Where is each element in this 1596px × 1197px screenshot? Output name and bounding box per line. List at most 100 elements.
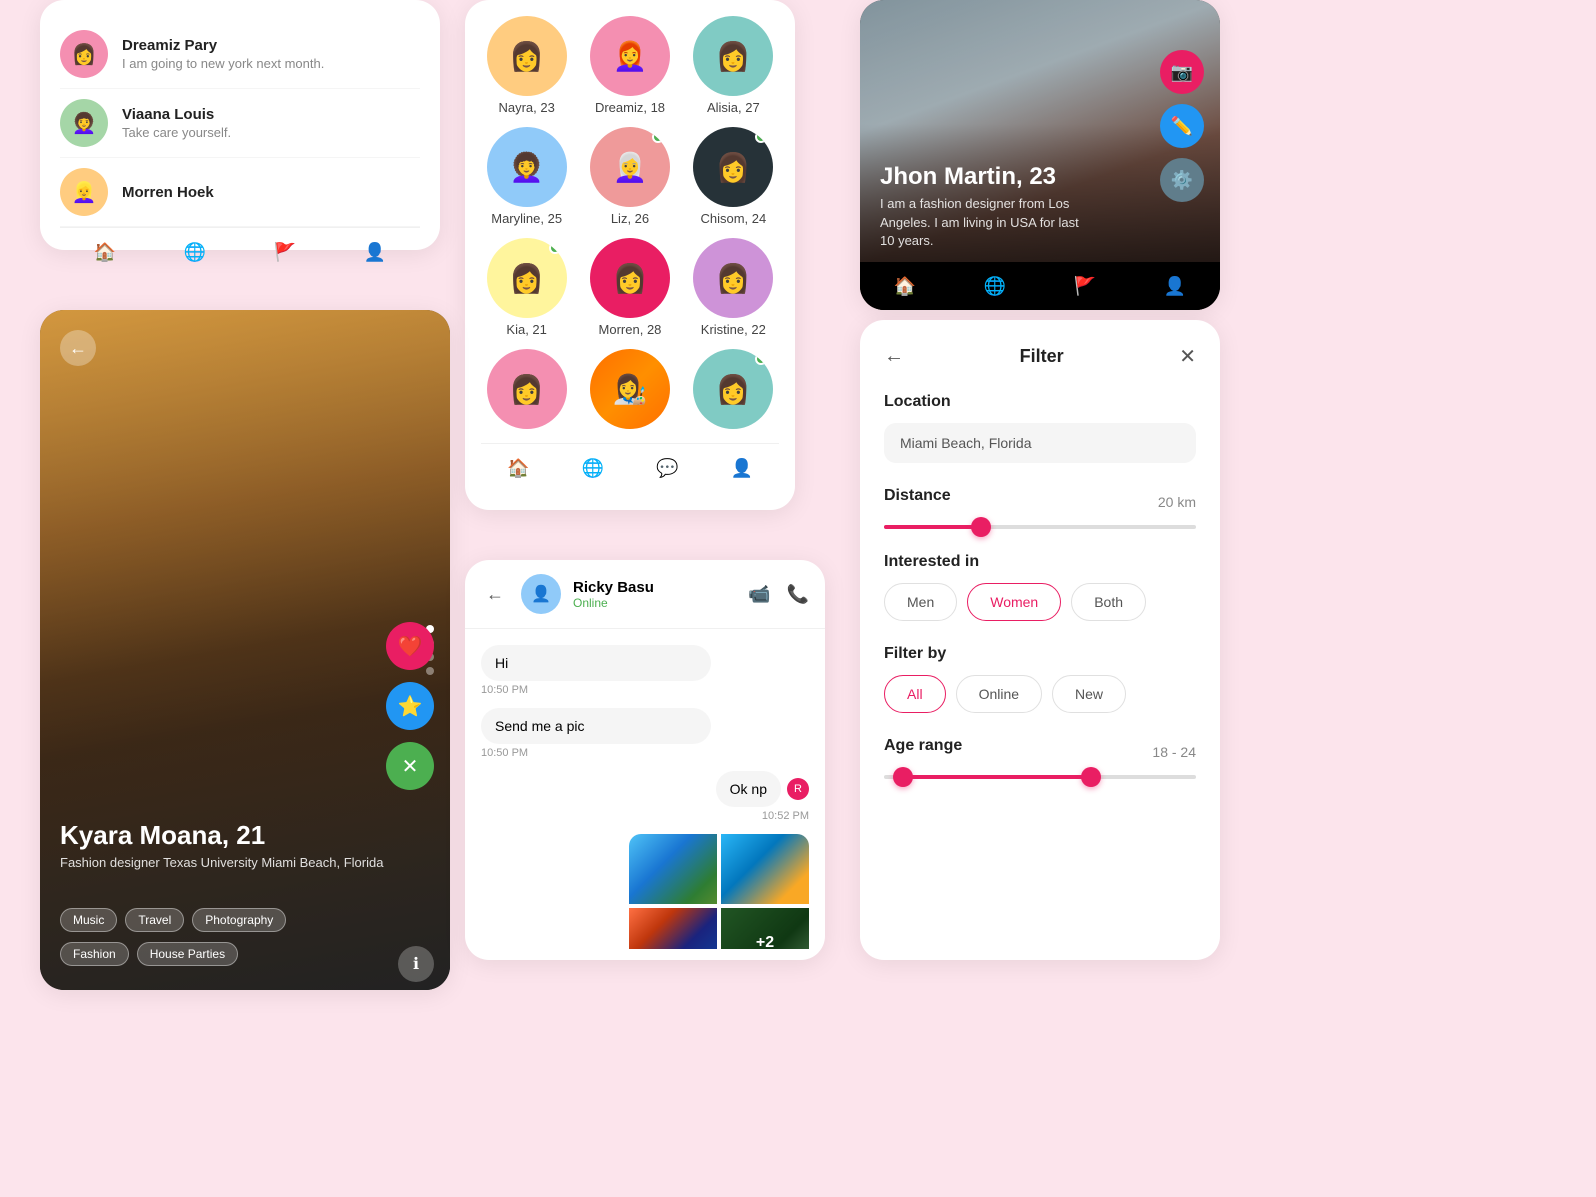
chat-img-3 xyxy=(629,908,717,949)
profile-name-dreamiz: Dreamiz, 18 xyxy=(595,100,665,115)
online-dot-liz xyxy=(652,131,664,143)
age-slider[interactable] xyxy=(884,775,1196,779)
nav-chat-icon[interactable]: 🚩 xyxy=(271,238,299,266)
chat-item-1[interactable]: 👩 Dreamiz Pary I am going to new york ne… xyxy=(60,20,420,89)
more-images-overlay: +2 xyxy=(721,908,809,949)
chat-header-avatar: 👤 xyxy=(521,574,561,614)
info-button[interactable]: ℹ xyxy=(398,946,434,982)
pill-women[interactable]: Women xyxy=(967,583,1061,621)
chat-name-1: Dreamiz Pary xyxy=(122,37,324,54)
cross-button[interactable]: ✕ xyxy=(386,742,434,790)
filter-title: Filter xyxy=(1020,346,1064,367)
profile-cell-alisia[interactable]: 👩 Alisia, 27 xyxy=(688,16,779,115)
edit-button[interactable]: ✏️ xyxy=(1160,104,1204,148)
profile-nav-home[interactable]: 🏠 xyxy=(891,272,919,300)
pill-men[interactable]: Men xyxy=(884,583,957,621)
filter-age-section: Age range 18 - 24 xyxy=(884,737,1196,779)
profile-nav-globe[interactable]: 🌐 xyxy=(981,272,1009,300)
profile-cell-kia[interactable]: 👩 Kia, 21 xyxy=(481,238,572,337)
tag-music[interactable]: Music xyxy=(60,908,117,932)
profile-cell-nayra[interactable]: 👩 Nayra, 23 xyxy=(481,16,572,115)
avatar-viaana: 👩‍🦱 xyxy=(60,99,108,147)
pill-online[interactable]: Online xyxy=(956,675,1042,713)
nav-person-icon[interactable]: 👤 xyxy=(361,238,389,266)
chat-back-icon[interactable]: ← xyxy=(481,580,509,608)
online-dot-kia xyxy=(549,242,561,254)
settings-button[interactable]: ⚙️ xyxy=(1160,158,1204,202)
chat-msg-1: I am going to new york next month. xyxy=(122,56,324,71)
age-thumb-min[interactable] xyxy=(893,767,913,787)
tag-photography[interactable]: Photography xyxy=(192,908,286,932)
pill-new[interactable]: New xyxy=(1052,675,1126,713)
age-thumb-max[interactable] xyxy=(1081,767,1101,787)
phone-icon[interactable]: 📞 xyxy=(787,584,809,605)
profile-tags: Music Travel Photography xyxy=(60,908,286,932)
avatar-dreamiz: 👩 xyxy=(60,30,108,78)
profile-cell-p11[interactable]: 👩‍🎨 xyxy=(584,349,675,433)
profile-nav-person[interactable]: 👤 xyxy=(1161,272,1189,300)
chat-item-3[interactable]: 👱‍♀️ Morren Hoek xyxy=(60,158,420,227)
msg-time-oknp: 10:52 PM xyxy=(716,810,809,822)
distance-slider-fill xyxy=(884,525,978,529)
profile-cell-kristine[interactable]: 👩 Kristine, 22 xyxy=(688,238,779,337)
pill-all[interactable]: All xyxy=(884,675,946,713)
nav-home-icon[interactable]: 🏠 xyxy=(91,238,119,266)
profile-cell-morren[interactable]: 👩 Morren, 28 xyxy=(584,238,675,337)
msg-bubble-sendpic: Send me a pic xyxy=(481,708,711,744)
main-profile-info: Jhon Martin, 23 I am a fashion designer … xyxy=(880,163,1080,250)
avatar-chisom: 👩 xyxy=(693,127,773,207)
filter-interested-label: Interested in xyxy=(884,553,1196,571)
online-dot-chisom xyxy=(755,131,767,143)
tag-fashion[interactable]: Fashion xyxy=(60,942,129,966)
chat-info-2: Viaana Louis Take care yourself. xyxy=(122,106,231,140)
like-button[interactable]: ❤️ xyxy=(386,622,434,670)
profile-cell-p10[interactable]: 👩 xyxy=(481,349,572,433)
photo-profile-name: Kyara Moana, 21 xyxy=(60,820,383,851)
nav-home2-icon[interactable]: 🏠 xyxy=(504,454,532,482)
profile-cell-p12[interactable]: 👩 xyxy=(688,349,779,433)
back-button[interactable]: ← xyxy=(60,330,96,366)
profile-cell-chisom[interactable]: 👩 Chisom, 24 xyxy=(688,127,779,226)
distance-slider-thumb[interactable] xyxy=(971,517,991,537)
camera-button[interactable]: 📷 xyxy=(1160,50,1204,94)
photo-profile-card: ← ❤️ ⭐ ✕ Kyara Moana, 21 Fashion designe… xyxy=(40,310,450,990)
profile-cell-dreamiz[interactable]: 👩‍🦰 Dreamiz, 18 xyxy=(584,16,675,115)
filter-location-input[interactable] xyxy=(884,423,1196,463)
profile-nav-flag[interactable]: 🚩 xyxy=(1071,272,1099,300)
tag-travel[interactable]: Travel xyxy=(125,908,184,932)
video-call-icon[interactable]: 📹 xyxy=(748,584,770,605)
nav-person2-icon[interactable]: 👤 xyxy=(728,454,756,482)
chat-list-card: 👩 Dreamiz Pary I am going to new york ne… xyxy=(40,0,440,250)
profile-name-nayra: Nayra, 23 xyxy=(498,100,554,115)
nav-chat2-icon[interactable]: 💬 xyxy=(653,454,681,482)
profile-name-kristine: Kristine, 22 xyxy=(701,322,766,337)
pill-both[interactable]: Both xyxy=(1071,583,1146,621)
filter-distance-section: Distance 20 km xyxy=(884,487,1196,529)
chat-item-2[interactable]: 👩‍🦱 Viaana Louis Take care yourself. xyxy=(60,89,420,158)
profile-name-chisom: Chisom, 24 xyxy=(700,211,766,226)
chat-header-info: Ricky Basu Online xyxy=(573,579,654,610)
distance-slider-track[interactable] xyxy=(884,525,1196,529)
filter-filterby-label: Filter by xyxy=(884,645,1196,663)
filter-close-icon[interactable]: ✕ xyxy=(1179,344,1196,369)
interested-pills: Men Women Both xyxy=(884,583,1196,621)
msg-bubble-hi: Hi xyxy=(481,645,711,681)
filter-back-icon[interactable]: ← xyxy=(884,345,904,368)
msg-avatar-r: R xyxy=(787,778,809,800)
age-slider-fill xyxy=(900,775,1087,779)
profile-name-liz: Liz, 26 xyxy=(611,211,649,226)
msg-time-hi: 10:50 PM xyxy=(481,684,809,696)
chat-status: Online xyxy=(573,596,654,610)
profile-cell-liz[interactable]: 👩‍🦳 Liz, 26 xyxy=(584,127,675,226)
msg-hi: Hi 10:50 PM xyxy=(481,645,809,696)
star-button[interactable]: ⭐ xyxy=(386,682,434,730)
bottom-nav-grid: 🏠 🌐 💬 👤 xyxy=(481,443,779,492)
profile-name: Jhon Martin, 23 xyxy=(880,163,1080,191)
photo-profile-info: Kyara Moana, 21 Fashion designer Texas U… xyxy=(60,820,383,870)
avatar-morren2: 👩 xyxy=(590,238,670,318)
profile-cell-maryline[interactable]: 👩‍🦱 Maryline, 25 xyxy=(481,127,572,226)
nav-globe2-icon[interactable]: 🌐 xyxy=(579,454,607,482)
filter-location-section: Location xyxy=(884,393,1196,463)
nav-globe-icon[interactable]: 🌐 xyxy=(181,238,209,266)
tag-house-parties[interactable]: House Parties xyxy=(137,942,238,966)
